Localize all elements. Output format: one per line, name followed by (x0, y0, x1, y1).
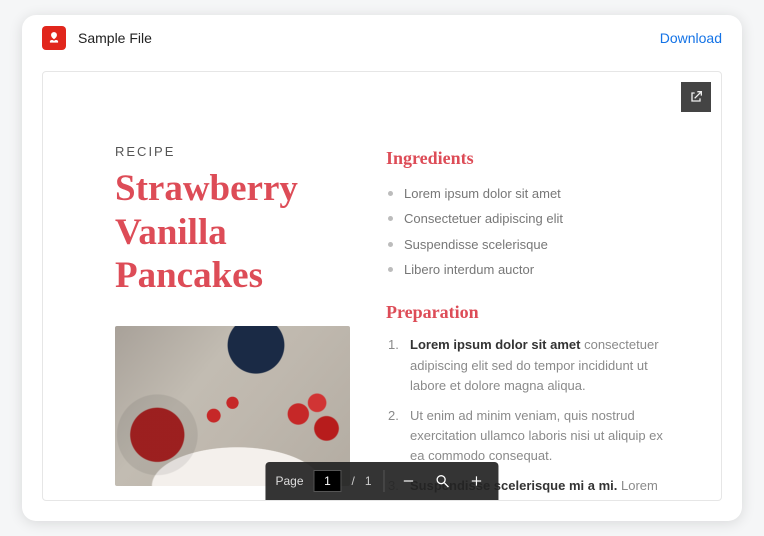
page-total: 1 (365, 474, 372, 488)
page-controls: Page / 1 (265, 462, 498, 500)
plus-icon (470, 474, 484, 488)
magnifier-icon (435, 473, 451, 489)
list-item: Suspendisse scelerisque (386, 232, 671, 257)
document-page: RECIPE Strawberry Vanilla Pancakes Ingre… (43, 72, 721, 500)
page-label: Page (275, 474, 303, 488)
ingredients-list: Lorem ipsum dolor sit amet Consectetuer … (386, 181, 671, 282)
right-column: Ingredients Lorem ipsum dolor sit amet C… (386, 144, 671, 460)
pdf-icon (42, 26, 66, 50)
page-number-input[interactable] (314, 470, 342, 492)
ingredients-heading: Ingredients (386, 148, 671, 169)
zoom-fit-button[interactable] (431, 469, 455, 493)
list-item: Lorem ipsum dolor sit amet consectetuer … (386, 335, 671, 395)
list-item: Consectetuer adipiscing elit (386, 206, 671, 231)
list-item: Libero interdum auctor (386, 257, 671, 282)
minus-icon (402, 474, 416, 488)
pdf-preview-panel: Sample File Download RECIPE Strawberry V… (22, 15, 742, 521)
zoom-out-button[interactable] (397, 469, 421, 493)
download-link[interactable]: Download (660, 30, 722, 46)
document-viewer: RECIPE Strawberry Vanilla Pancakes Ingre… (42, 71, 722, 501)
eyebrow: RECIPE (115, 144, 350, 159)
zoom-in-button[interactable] (465, 469, 489, 493)
recipe-title: Strawberry Vanilla Pancakes (115, 167, 350, 298)
step-rest: Ut enim ad minim veniam, quis nostrud ex… (410, 408, 663, 463)
list-item: Lorem ipsum dolor sit amet (386, 181, 671, 206)
list-item: Ut enim ad minim veniam, quis nostrud ex… (386, 406, 671, 466)
topbar: Sample File Download (22, 15, 742, 61)
file-title: Sample File (78, 30, 152, 46)
page-separator: / (352, 474, 355, 488)
left-column: RECIPE Strawberry Vanilla Pancakes (115, 144, 350, 460)
step-lead: Lorem ipsum dolor sit amet (410, 337, 580, 352)
divider (384, 470, 385, 492)
preparation-heading: Preparation (386, 302, 671, 323)
